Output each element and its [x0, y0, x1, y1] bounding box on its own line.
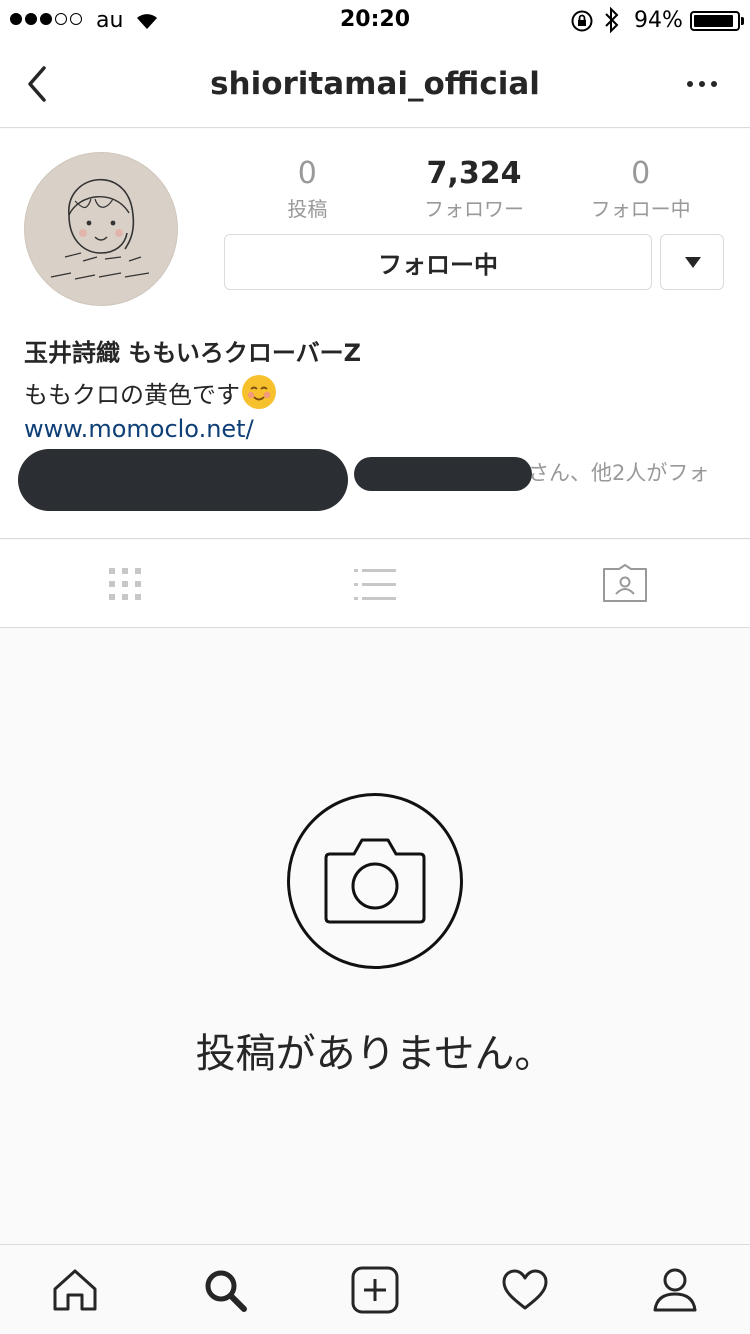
nav-header: shioritamai_official: [0, 40, 750, 128]
status-bar: au 20:20 94%: [0, 0, 750, 40]
search-icon: [205, 1270, 247, 1312]
home-icon: [53, 1269, 97, 1310]
avatar[interactable]: [24, 152, 178, 306]
stat-value: 0: [631, 156, 651, 191]
profile-bio: ももクロの黄色です: [24, 375, 276, 410]
bio-text: ももクロの黄色です: [24, 381, 240, 409]
tab-tagged[interactable]: [500, 540, 750, 627]
stat-posts: 0 投稿: [224, 157, 391, 222]
profile-section: 0 投稿 7,324 フォロワー 0 フォロー中 フォロー中 玉井詩織 ももいろ…: [0, 129, 750, 539]
tab-profile[interactable]: [600, 1245, 750, 1334]
website-link[interactable]: www.momoclo.net/: [24, 415, 254, 443]
list-view-icon: [354, 568, 396, 600]
empty-state-message: 投稿がありません。: [195, 1031, 555, 1077]
stat-label: フォロー中: [590, 197, 691, 221]
grid-view-icon: [109, 567, 141, 600]
redacted-avatars: [18, 449, 348, 511]
view-tabs: [0, 540, 750, 628]
tab-list-view[interactable]: [250, 540, 500, 627]
tab-add-post[interactable]: [300, 1245, 450, 1334]
bluetooth-icon: [605, 7, 619, 33]
stat-value: 7,324: [426, 156, 522, 191]
stat-label: フォロワー: [424, 197, 524, 221]
tab-search[interactable]: [150, 1245, 300, 1334]
followed-by-text[interactable]: さん、他2人がフォ: [528, 457, 750, 487]
avatar-illustration: [50, 178, 150, 280]
battery-percentage: 94%: [634, 8, 683, 33]
camera-icon: [287, 793, 463, 969]
activity-heart-icon: [502, 1269, 548, 1309]
suggestions-dropdown-button[interactable]: [660, 234, 724, 290]
stat-value: 0: [297, 156, 317, 191]
tab-activity[interactable]: [450, 1245, 600, 1334]
profile-stats: 0 投稿 7,324 フォロワー 0 フォロー中: [224, 157, 724, 222]
battery-nub: [741, 17, 744, 25]
stat-followers[interactable]: 7,324 フォロワー: [391, 157, 558, 222]
profile-full-name: 玉井詩織 ももいろクローバーZ: [24, 339, 362, 367]
bottom-tab-bar: [0, 1244, 750, 1334]
stat-following[interactable]: 0 フォロー中: [557, 157, 724, 222]
caret-down-icon: [685, 257, 701, 268]
relieved-face-emoji-icon: [242, 375, 276, 409]
page-title: shioritamai_official: [210, 66, 540, 102]
rotation-lock-icon: [571, 10, 593, 32]
tagged-photos-icon: [603, 563, 647, 602]
following-button[interactable]: フォロー中: [224, 234, 652, 290]
add-post-icon: [351, 1266, 399, 1313]
empty-state: 投稿がありません。: [0, 628, 750, 1244]
tab-home[interactable]: [0, 1245, 150, 1334]
battery-icon: [690, 11, 740, 31]
tab-grid-view[interactable]: [0, 540, 250, 627]
redacted-username: [354, 457, 532, 491]
profile-icon: [653, 1268, 697, 1311]
stat-label: 投稿: [287, 197, 328, 221]
more-horizontal-icon[interactable]: [680, 72, 724, 96]
